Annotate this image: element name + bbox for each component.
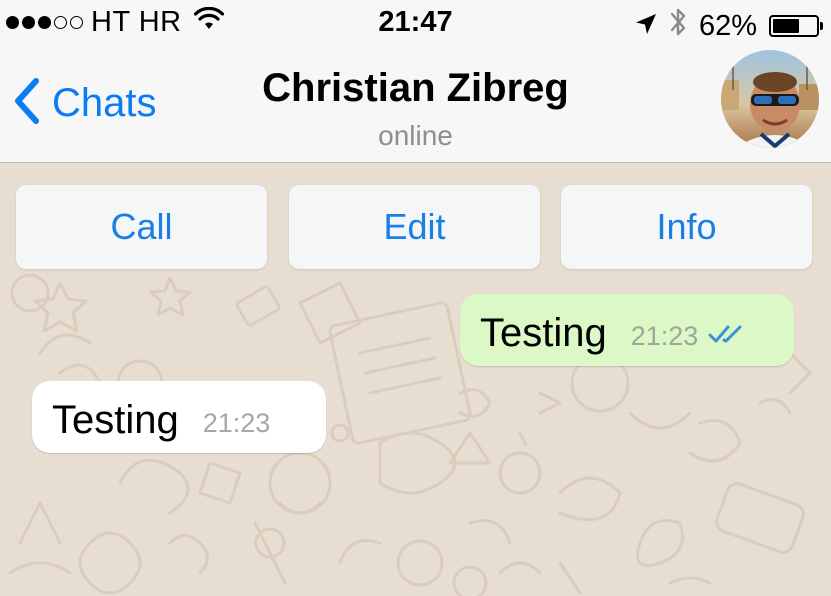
- message-time: 21:23: [202, 408, 271, 438]
- battery-level-fill: [773, 19, 800, 33]
- chat-area[interactable]: Call Edit Info Testing 21:23 Testing 21:…: [0, 163, 831, 596]
- status-bar: HT HR 21:47 62%: [0, 0, 831, 46]
- battery-percentage: 62%: [698, 9, 757, 42]
- message-text: Testing: [52, 398, 179, 442]
- contact-status: online: [378, 120, 453, 151]
- outgoing-message-bubble[interactable]: Testing 21:23: [460, 294, 794, 366]
- avatar[interactable]: [721, 50, 819, 148]
- edit-button[interactable]: Edit: [289, 185, 540, 269]
- read-receipt-double-tick-icon: [708, 323, 748, 350]
- message-text: Testing: [480, 311, 607, 355]
- battery-nub: [820, 22, 823, 30]
- call-button[interactable]: Call: [16, 185, 267, 269]
- incoming-message-bubble[interactable]: Testing 21:23: [32, 381, 326, 453]
- bluetooth-icon: [669, 6, 687, 46]
- battery-icon: [769, 15, 823, 37]
- status-right: 62%: [635, 6, 823, 46]
- contact-name[interactable]: Christian Zibreg: [0, 66, 831, 111]
- navigation-bar: Chats Christian Zibreg online: [0, 46, 831, 163]
- message-time: 21:23: [630, 321, 699, 351]
- info-button[interactable]: Info: [561, 185, 812, 269]
- location-arrow-icon: [635, 10, 657, 43]
